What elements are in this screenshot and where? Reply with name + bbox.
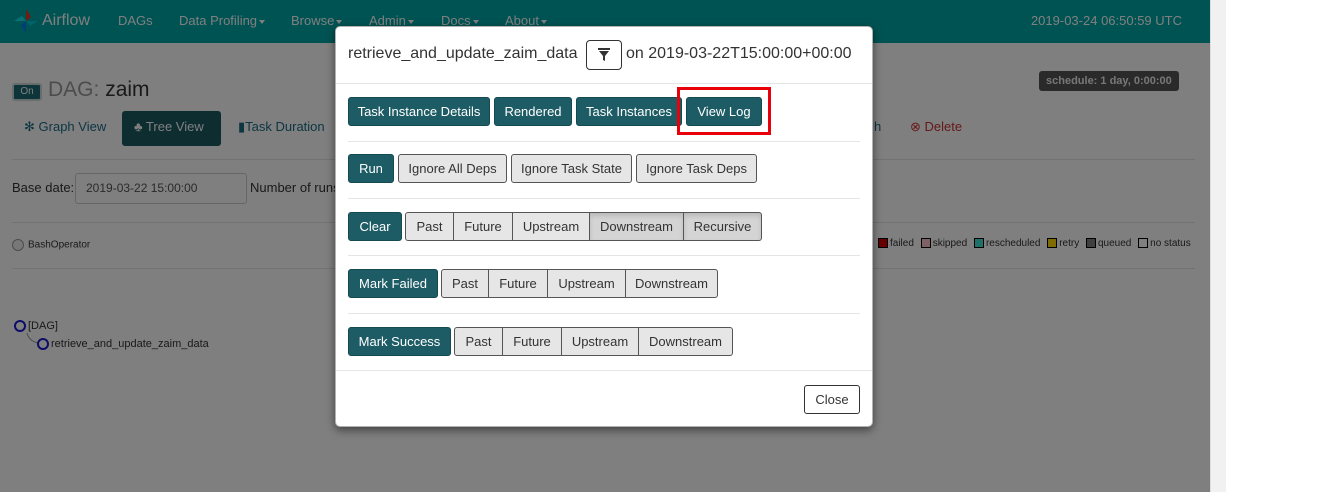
mark-failed-button[interactable]: Mark Failed (348, 269, 438, 298)
modal-task-id: retrieve_and_update_zaim_data (348, 45, 578, 62)
success-future-toggle[interactable]: Future (502, 327, 562, 356)
task-instances-button[interactable]: Task Instances (576, 97, 682, 126)
ignore-task-deps-button[interactable]: Ignore Task Deps (636, 154, 757, 183)
failed-downstream-toggle[interactable]: Downstream (625, 269, 718, 298)
success-past-toggle[interactable]: Past (454, 327, 503, 356)
highlight-annotation (677, 87, 771, 135)
modal-header: retrieve_and_update_zaim_data on 2019-03… (336, 27, 872, 84)
clear-button[interactable]: Clear (348, 212, 402, 241)
scrollbar[interactable] (1210, 0, 1226, 492)
modal-footer: Close (336, 370, 872, 427)
row-divider (348, 313, 860, 314)
clear-recursive-toggle[interactable]: Recursive (683, 212, 762, 241)
blank-area (1226, 0, 1342, 492)
success-downstream-toggle[interactable]: Downstream (638, 327, 733, 356)
close-button[interactable]: Close (804, 385, 860, 414)
filter-icon (598, 48, 610, 61)
failed-upstream-toggle[interactable]: Upstream (547, 269, 626, 298)
ignore-all-deps-button[interactable]: Ignore All Deps (398, 154, 507, 183)
filter-task-button[interactable] (586, 40, 622, 70)
success-upstream-toggle[interactable]: Upstream (561, 327, 639, 356)
clear-future-toggle[interactable]: Future (453, 212, 513, 241)
run-button[interactable]: Run (348, 154, 394, 183)
modal-execution-date: on 2019-03-22T15:00:00+00:00 (626, 45, 852, 62)
ignore-task-state-button[interactable]: Ignore Task State (511, 154, 632, 183)
task-instance-modal: retrieve_and_update_zaim_data on 2019-03… (335, 26, 873, 427)
row-divider (348, 255, 860, 256)
clear-past-toggle[interactable]: Past (405, 212, 454, 241)
failed-future-toggle[interactable]: Future (488, 269, 548, 298)
row-divider (348, 198, 860, 199)
mark-success-button[interactable]: Mark Success (348, 327, 451, 356)
clear-downstream-toggle[interactable]: Downstream (589, 212, 684, 241)
task-instance-details-button[interactable]: Task Instance Details (348, 97, 490, 126)
row-divider (348, 141, 860, 142)
clear-upstream-toggle[interactable]: Upstream (512, 212, 590, 241)
failed-past-toggle[interactable]: Past (441, 269, 489, 298)
rendered-button[interactable]: Rendered (494, 97, 572, 126)
